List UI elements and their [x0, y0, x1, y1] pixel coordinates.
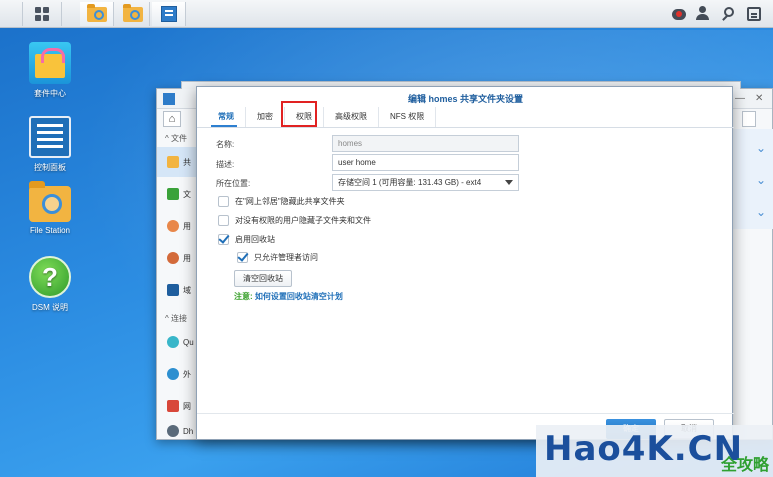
search-box[interactable] [742, 111, 756, 127]
recycle-bin-note: 注意: 如何设置回收站清空计划 [234, 291, 343, 302]
group-icon [167, 252, 179, 264]
file-station-icon [86, 3, 107, 22]
hide-subfolders-row[interactable]: 对没有权限的用户隐藏子文件夹和文件 [218, 215, 371, 226]
tab-advanced-permissions[interactable]: 高级权限 [324, 107, 379, 127]
name-label: 名称: [216, 140, 235, 149]
help-icon: ? [29, 256, 71, 298]
recycle-bin-row[interactable]: 启用回收站 [218, 234, 275, 245]
tab-nfs-permissions[interactable]: NFS 权限 [379, 107, 437, 127]
desktop-icon-label: 控制面板 [34, 163, 66, 172]
sidebar-item-network[interactable]: 网 [157, 391, 197, 421]
tab-general[interactable]: 常规 [207, 107, 246, 127]
recycle-bin-checkbox[interactable] [218, 234, 229, 245]
shared-folder-icon [167, 156, 179, 168]
user-icon [699, 6, 706, 13]
right-panel [727, 129, 773, 229]
name-field: homes [332, 135, 519, 152]
chevron-down-icon[interactable]: ⌄ [756, 205, 766, 219]
notification-dot [676, 11, 682, 17]
hide-network-row[interactable]: 在"网上邻居"隐藏此共享文件夹 [218, 196, 345, 207]
file-services-icon [167, 188, 179, 200]
location-label: 所在位置: [216, 179, 251, 188]
sidebar-item-domain[interactable]: 域 [157, 275, 197, 305]
close-icon[interactable]: ✕ [755, 93, 763, 104]
search-button[interactable] [715, 0, 741, 28]
admin-only-checkbox[interactable] [237, 252, 248, 263]
location-select[interactable]: 存储空间 1 (可用容量: 131.43 GB) - ext4 [332, 174, 519, 191]
taskbar-file-station[interactable] [80, 2, 114, 26]
watermark-text: Hao4K.CN [544, 429, 744, 469]
quickconnect-icon [167, 336, 179, 348]
hide-subfolders-checkbox[interactable] [218, 215, 229, 226]
tab-encryption[interactable]: 加密 [246, 107, 285, 127]
desktop-icon-label: 套件中心 [34, 89, 66, 98]
dhcp-icon [167, 425, 179, 437]
note-prefix: 注意: [234, 292, 253, 301]
edit-shared-folder-dialog: 编辑 homes 共享文件夹设置 常规 加密 权限 高级权限 NFS 权限 名称… [196, 86, 734, 440]
desktop-icon-file-station[interactable]: File Station [15, 181, 85, 235]
sidebar-section-files[interactable]: ^ 文件 [165, 133, 187, 144]
sidebar-section-connectivity[interactable]: ^ 连接 [165, 313, 187, 324]
admin-only-row[interactable]: 只允许管理者访问 [237, 252, 318, 263]
desktop-icon-label: File Station [29, 226, 71, 235]
sidebar-item-dhcp[interactable]: Dh [157, 421, 197, 441]
sidebar-item-shared-folder[interactable]: 共 [157, 147, 197, 177]
sidebar-item-group[interactable]: 用 [157, 243, 197, 273]
chevron-down-icon[interactable]: ⌄ [756, 173, 766, 187]
file-station-icon [29, 181, 71, 222]
chevron-down-icon[interactable]: ⌄ [756, 141, 766, 155]
home-icon: ⌂ [168, 113, 176, 125]
dialog-title: 编辑 homes 共享文件夹设置 [407, 94, 523, 104]
tab-divider [197, 127, 734, 128]
desktop-icon-dsm-help[interactable]: ? DSM 说明 [15, 256, 85, 313]
watermark-subtext: 全攻略 [720, 457, 769, 474]
minimize-icon[interactable]: — [735, 93, 745, 104]
description-field[interactable]: user home [332, 154, 519, 171]
empty-recycle-bin-button[interactable]: 清空回收站 [234, 270, 292, 287]
desktop-icon-package-center[interactable]: 套件中心 [15, 42, 85, 99]
taskbar-control-panel[interactable] [152, 2, 186, 26]
file-station-icon [122, 3, 143, 22]
control-panel-icon [160, 6, 177, 22]
taskbar [0, 0, 773, 28]
network-icon [167, 400, 179, 412]
sidebar-item-quickconnect[interactable]: Qu [157, 327, 197, 357]
options-button[interactable] [741, 0, 767, 28]
hide-subfolders-label: 对没有权限的用户隐藏子文件夹和文件 [235, 216, 371, 225]
user-button[interactable] [690, 0, 716, 28]
admin-only-label: 只允许管理者访问 [254, 253, 318, 262]
recycle-bin-label: 启用回收站 [235, 235, 275, 244]
description-label: 描述: [216, 160, 235, 169]
sidebar-item-external-access[interactable]: 外 [157, 359, 197, 389]
location-value: 存储空间 1 (可用容量: 131.43 GB) - ext4 [338, 178, 482, 187]
domain-icon [167, 284, 179, 296]
tab-bar: 常规 加密 权限 高级权限 NFS 权限 [207, 107, 437, 127]
main-menu-button[interactable] [22, 2, 62, 26]
watermark: Hao4K.CN 全攻略 [536, 425, 773, 477]
main-menu-icon [35, 7, 49, 21]
permissions-tab-highlight [281, 101, 317, 127]
desktop-icon-label: DSM 说明 [32, 303, 68, 312]
desktop-icon-control-panel[interactable]: 控制面板 [15, 116, 85, 173]
home-button[interactable]: ⌂ [163, 111, 181, 127]
control-panel-icon [29, 116, 71, 158]
package-center-icon [29, 42, 71, 84]
hide-network-label: 在"网上邻居"隐藏此共享文件夹 [235, 197, 345, 206]
chevron-down-icon [505, 180, 513, 185]
sidebar-item-user[interactable]: 用 [157, 211, 197, 241]
active-tab-indicator [211, 125, 237, 127]
control-panel-logo-icon [163, 93, 175, 105]
notifications-button[interactable] [666, 0, 692, 28]
sidebar-item-file-services[interactable]: 文 [157, 179, 197, 209]
globe-icon [167, 368, 179, 380]
schedule-help-link[interactable]: 如何设置回收站清空计划 [255, 292, 343, 301]
taskbar-file-station-2[interactable] [116, 2, 150, 26]
options-icon [747, 7, 761, 21]
footer-divider [197, 413, 734, 414]
hide-network-checkbox[interactable] [218, 196, 229, 207]
user-icon [167, 220, 179, 232]
